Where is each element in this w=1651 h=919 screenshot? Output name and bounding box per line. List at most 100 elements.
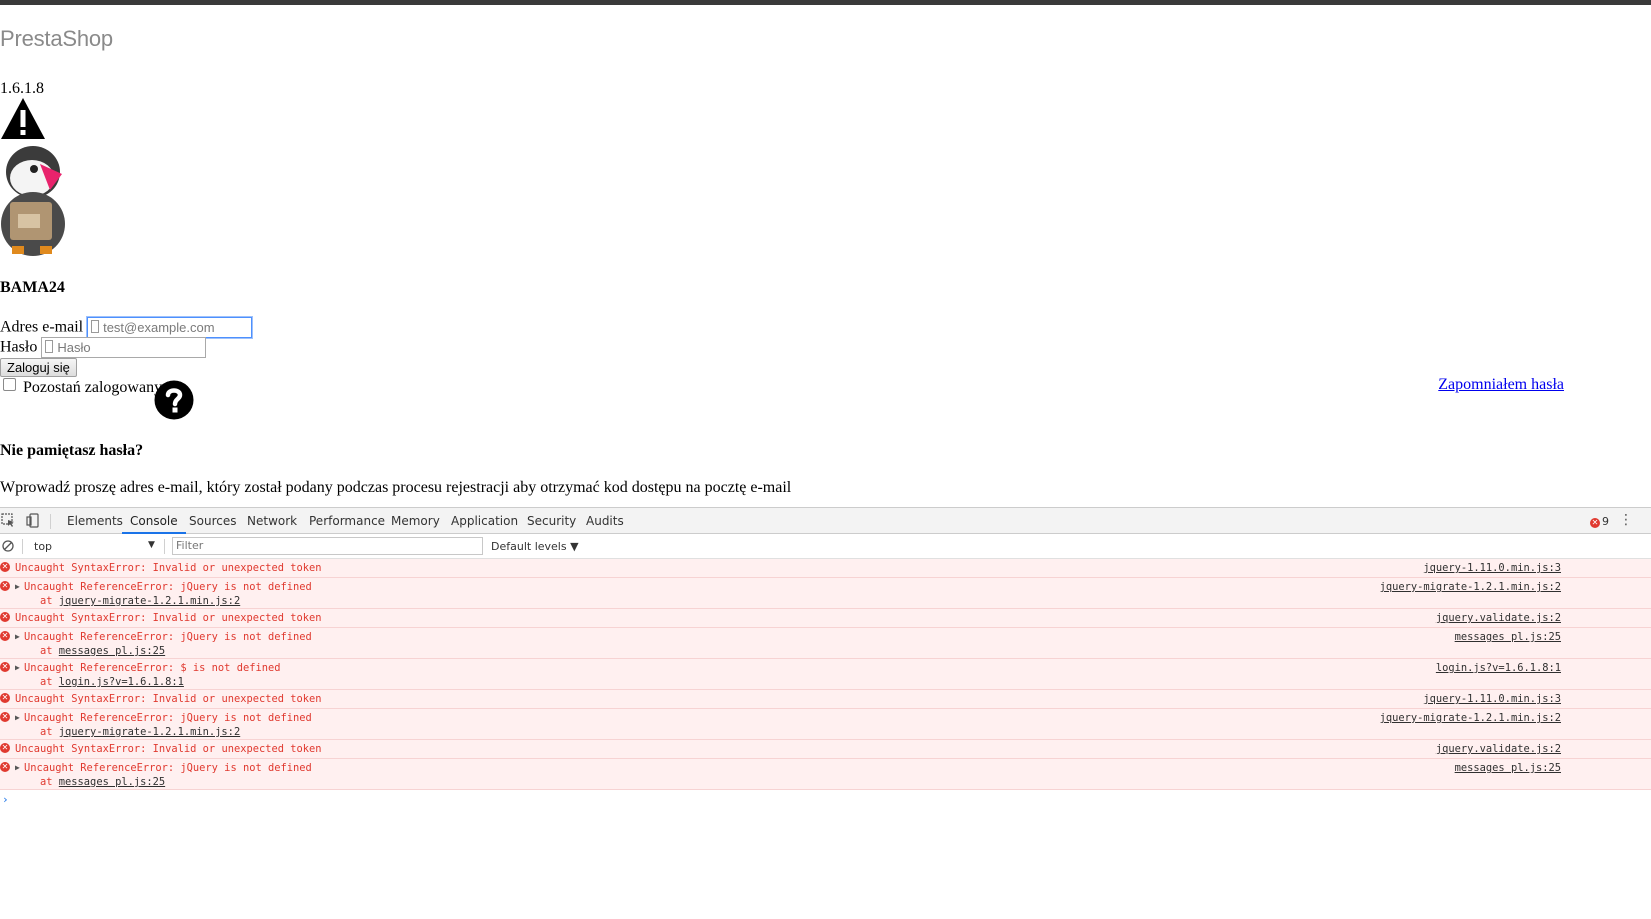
expand-triangle-icon[interactable]: ▶: [15, 632, 20, 641]
context-dropdown-icon[interactable]: ▼: [148, 540, 155, 550]
error-icon: ✕: [0, 631, 10, 641]
more-options-icon[interactable]: ⋮: [1619, 513, 1633, 527]
expand-triangle-icon[interactable]: ▶: [15, 663, 20, 672]
filter-separator: [22, 539, 23, 554]
tab-security[interactable]: Security: [527, 508, 576, 534]
error-text: Uncaught ReferenceError: jQuery is not d…: [24, 712, 312, 724]
prestashop-logo: PrestaShop: [0, 26, 113, 51]
error-icon: ✕: [1590, 518, 1600, 528]
error-text: Uncaught ReferenceError: jQuery is not d…: [24, 762, 312, 774]
console-error-message[interactable]: ✕ ▶ Uncaught ReferenceError: jQuery is not…: [0, 709, 1651, 740]
stack-trace-line: at jquery-migrate-1.2.1.min.js:2: [40, 595, 240, 607]
tab-performance[interactable]: Performance: [309, 508, 385, 534]
envelope-icon: [91, 320, 100, 333]
tab-separator: [50, 514, 51, 529]
devtools-tabbar: Elements Console Sources Network Perform…: [0, 507, 1651, 534]
stack-trace-line: at login.js?v=1.6.1.8:1: [40, 676, 184, 688]
error-text: Uncaught SyntaxError: Invalid or unexpec…: [15, 562, 322, 574]
tab-elements[interactable]: Elements: [67, 508, 123, 534]
error-icon: ✕: [0, 762, 10, 772]
devtools-panel: Elements Console Sources Network Perform…: [0, 507, 1651, 919]
expand-triangle-icon[interactable]: ▶: [15, 582, 20, 591]
console-filter-bar: top ▼ Filter Default levels ▼: [0, 534, 1651, 559]
expand-triangle-icon[interactable]: ▶: [15, 713, 20, 722]
error-icon: ✕: [0, 743, 10, 753]
source-link[interactable]: jquery-1.11.0.min.js:3: [1423, 693, 1561, 705]
error-count-badge[interactable]: ✕ 9: [1590, 515, 1609, 528]
stack-trace-link[interactable]: jquery-migrate-1.2.1.min.js:2: [59, 726, 240, 738]
browser-top-edge: [0, 0, 1651, 5]
tab-console[interactable]: Console: [122, 508, 186, 534]
stack-at-prefix: at: [40, 726, 53, 738]
stack-at-prefix: at: [40, 645, 53, 657]
help-icon[interactable]: [154, 380, 194, 420]
email-label: Adres e-mail: [0, 318, 84, 336]
context-selector[interactable]: top: [34, 540, 52, 553]
source-link[interactable]: login.js?v=1.6.1.8:1: [1436, 662, 1561, 674]
stack-trace-link[interactable]: messages pl.js:25: [59, 645, 165, 657]
stack-trace-line: at jquery-migrate-1.2.1.min.js:2: [40, 726, 240, 738]
error-text: Uncaught ReferenceError: jQuery is not d…: [24, 581, 312, 593]
tab-audits[interactable]: Audits: [586, 508, 624, 534]
error-count: 9: [1602, 515, 1609, 528]
tab-network[interactable]: Network: [247, 508, 297, 534]
console-error-message[interactable]: ✕ ▶ Uncaught ReferenceError: $ is not defi…: [0, 659, 1651, 690]
error-icon: ✕: [0, 612, 10, 622]
log-levels-label: Default levels: [491, 540, 567, 553]
error-icon: ✕: [0, 662, 10, 672]
device-toolbar-icon[interactable]: [26, 513, 41, 528]
shop-name-heading: BAMA24: [0, 279, 65, 296]
console-error-message[interactable]: ✕ ▶ Uncaught ReferenceError: jQuery is not…: [0, 759, 1651, 790]
tab-sources[interactable]: Sources: [189, 508, 236, 534]
source-link[interactable]: messages pl.js:25: [1455, 762, 1561, 774]
console-error-message[interactable]: ✕ Uncaught SyntaxError: Invalid or unexpe…: [0, 690, 1651, 709]
console-error-message[interactable]: ✕ Uncaught SyntaxError: Invalid or unexpe…: [0, 559, 1651, 578]
source-link[interactable]: jquery-1.11.0.min.js:3: [1423, 562, 1561, 574]
remember-checkbox[interactable]: [3, 378, 16, 391]
password-row: Hasło Hasło: [0, 337, 207, 358]
tab-memory[interactable]: Memory: [391, 508, 440, 534]
inspect-element-icon[interactable]: [1, 513, 16, 528]
log-levels-dropdown[interactable]: Default levels ▼: [491, 540, 579, 553]
prestashop-puffin-logo: [1, 146, 65, 256]
error-icon: ✕: [0, 693, 10, 703]
source-link[interactable]: jquery.validate.js:2: [1436, 743, 1561, 755]
expand-triangle-icon[interactable]: ▶: [15, 763, 20, 772]
warning-icon: [1, 98, 45, 139]
forgot-password-link[interactable]: Zapomniałem hasła: [1438, 376, 1564, 394]
source-link[interactable]: jquery.validate.js:2: [1436, 612, 1561, 624]
forgot-description: Wprowadź proszę adres e-mail, który zost…: [0, 479, 792, 496]
tab-application[interactable]: Application: [451, 508, 518, 534]
stack-trace-link[interactable]: messages pl.js:25: [59, 776, 165, 788]
password-placeholder: Hasło: [57, 340, 91, 355]
login-button[interactable]: Zaloguj się: [0, 358, 77, 377]
console-error-message[interactable]: ✕ Uncaught SyntaxError: Invalid or unexpe…: [0, 740, 1651, 759]
stack-at-prefix: at: [40, 595, 53, 607]
console-error-message[interactable]: ✕ ▶ Uncaught ReferenceError: jQuery is not…: [0, 578, 1651, 609]
error-text: Uncaught ReferenceError: jQuery is not d…: [24, 631, 312, 643]
error-text: Uncaught ReferenceError: $ is not define…: [24, 662, 281, 674]
source-link[interactable]: messages pl.js:25: [1455, 631, 1561, 643]
error-icon: ✕: [0, 712, 10, 722]
stack-trace-line: at messages pl.js:25: [40, 645, 165, 657]
version-text: 1.6.1.8: [0, 80, 44, 97]
error-icon: ✕: [0, 581, 10, 591]
console-filter-input[interactable]: Filter: [172, 537, 483, 555]
clear-console-icon[interactable]: [2, 540, 14, 552]
source-link[interactable]: jquery-migrate-1.2.1.min.js:2: [1380, 712, 1561, 724]
source-link[interactable]: jquery-migrate-1.2.1.min.js:2: [1380, 581, 1561, 593]
filter-separator: [164, 539, 165, 554]
lock-icon: [45, 340, 54, 353]
password-input[interactable]: Hasło: [41, 337, 207, 358]
password-label: Hasło: [0, 338, 38, 356]
console-error-message[interactable]: ✕ Uncaught SyntaxError: Invalid or unexpe…: [0, 609, 1651, 628]
stack-trace-link[interactable]: login.js?v=1.6.1.8:1: [59, 676, 184, 688]
remember-label: Pozostań zalogowany: [23, 379, 163, 396]
stack-at-prefix: at: [40, 776, 53, 788]
email-input[interactable]: test@example.com: [87, 317, 253, 338]
console-error-message[interactable]: ✕ ▶ Uncaught ReferenceError: jQuery is not…: [0, 628, 1651, 659]
console-prompt-icon[interactable]: ›: [2, 793, 9, 806]
stack-trace-link[interactable]: jquery-migrate-1.2.1.min.js:2: [59, 595, 240, 607]
forgot-title: Nie pamiętasz hasła?: [0, 442, 144, 459]
console-messages: ✕ Uncaught SyntaxError: Invalid or unexpe…: [0, 559, 1651, 806]
